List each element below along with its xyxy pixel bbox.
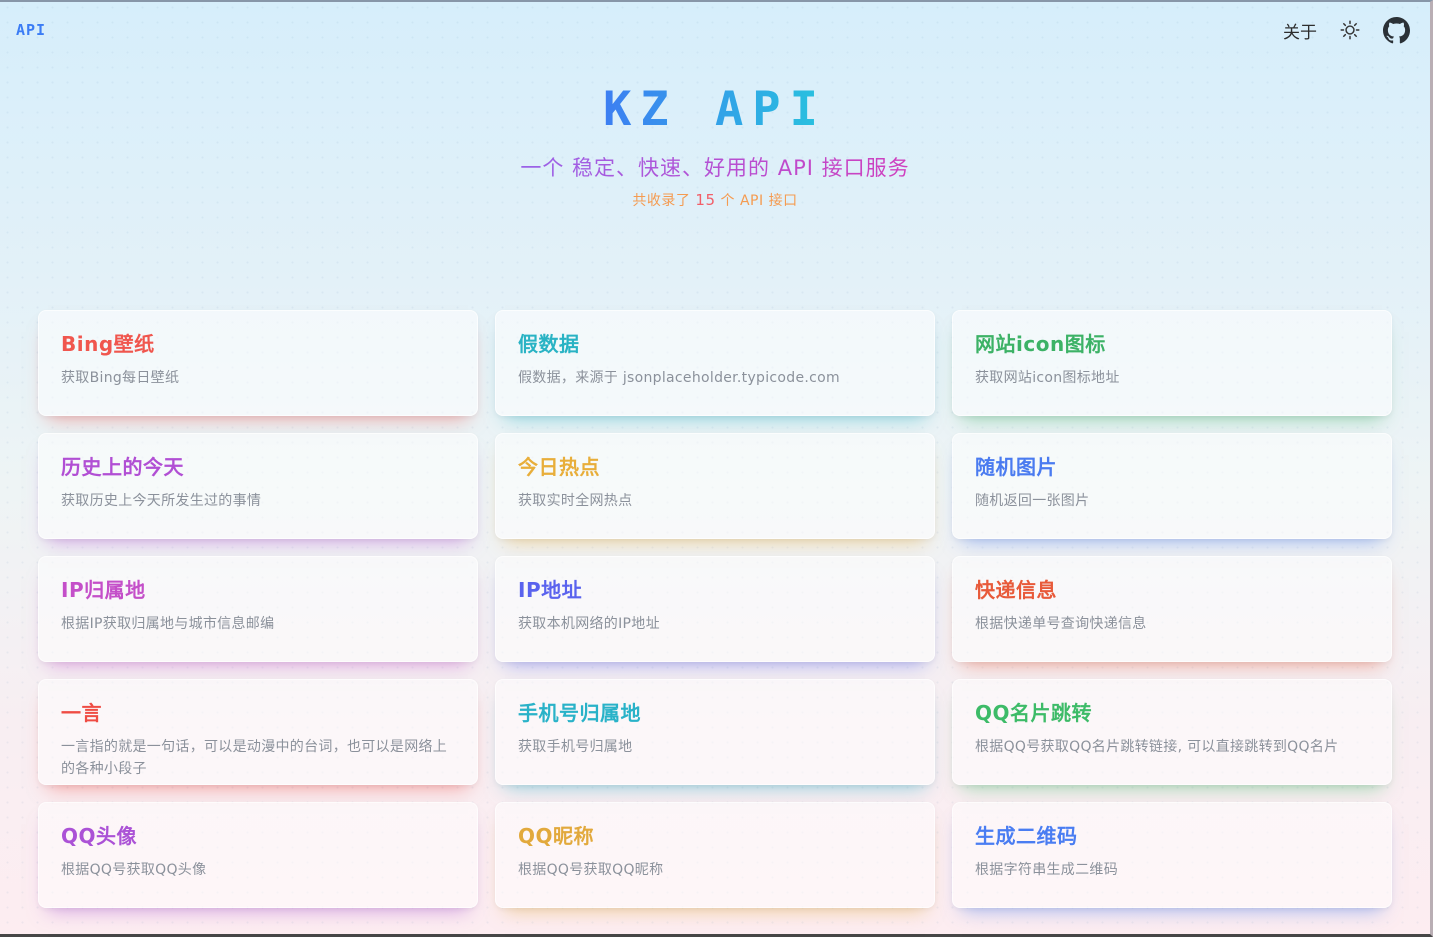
card-description: 根据QQ号获取QQ昵称: [518, 859, 912, 881]
card-description: 随机返回一张图片: [975, 490, 1369, 512]
top-navbar: API 关于: [0, 2, 1430, 58]
page-subtitle: 一个 稳定、快速、好用的 API 接口服务: [520, 152, 909, 182]
card-description: 根据QQ号获取QQ头像: [61, 859, 455, 881]
card-title: IP归属地: [61, 574, 455, 603]
page-title: KZ API: [603, 84, 827, 136]
card-description: 获取本机网络的IP地址: [518, 613, 912, 635]
api-card-ip-location[interactable]: IP归属地 根据IP获取归属地与城市信息邮编: [38, 556, 478, 662]
site-logo[interactable]: API: [16, 21, 46, 39]
api-count-line: 共收录了15个 API 接口: [0, 190, 1430, 210]
card-description: 根据字符串生成二维码: [975, 859, 1369, 881]
api-count-suffix: 个 API 接口: [721, 193, 798, 209]
api-card-random-image[interactable]: 随机图片 随机返回一张图片: [952, 433, 1392, 539]
card-title: 假数据: [518, 328, 912, 357]
card-title: 快递信息: [975, 574, 1369, 603]
card-description: 根据IP获取归属地与城市信息邮编: [61, 613, 455, 635]
card-title: 一言: [61, 697, 455, 726]
card-title: 历史上的今天: [61, 451, 455, 480]
api-card-qq-profile-jump[interactable]: QQ名片跳转 根据QQ号获取QQ名片跳转链接, 可以直接跳转到QQ名片: [952, 679, 1392, 785]
api-card-express-info[interactable]: 快递信息 根据快递单号查询快递信息: [952, 556, 1392, 662]
api-count-number: 15: [690, 191, 720, 209]
card-title: 网站icon图标: [975, 328, 1369, 357]
navbar-actions: 关于: [1283, 17, 1410, 44]
card-description: 假数据，来源于 jsonplaceholder.typicode.com: [518, 367, 912, 389]
api-card-history-today[interactable]: 历史上的今天 获取历史上今天所发生过的事情: [38, 433, 478, 539]
card-description: 一言指的就是一句话，可以是动漫中的台词，也可以是网络上的各种小段子: [61, 736, 455, 781]
card-description: 获取手机号归属地: [518, 736, 912, 758]
api-card-ip-address[interactable]: IP地址 获取本机网络的IP地址: [495, 556, 935, 662]
api-card-grid: Bing壁纸 获取Bing每日壁纸 假数据 假数据，来源于 jsonplaceh…: [38, 310, 1392, 908]
card-title: IP地址: [518, 574, 912, 603]
card-description: 获取网站icon图标地址: [975, 367, 1369, 389]
sun-icon: [1339, 19, 1361, 41]
api-card-qq-nickname[interactable]: QQ昵称 根据QQ号获取QQ昵称: [495, 802, 935, 908]
about-link[interactable]: 关于: [1283, 18, 1317, 43]
api-card-qrcode[interactable]: 生成二维码 根据字符串生成二维码: [952, 802, 1392, 908]
api-card-bing-wallpaper[interactable]: Bing壁纸 获取Bing每日壁纸: [38, 310, 478, 416]
api-card-hot-today[interactable]: 今日热点 获取实时全网热点: [495, 433, 935, 539]
github-link[interactable]: [1383, 17, 1410, 44]
api-card-qq-avatar[interactable]: QQ头像 根据QQ号获取QQ头像: [38, 802, 478, 908]
card-description: 获取Bing每日壁纸: [61, 367, 455, 389]
card-title: 生成二维码: [975, 820, 1369, 849]
hero-section: KZ API 一个 稳定、快速、好用的 API 接口服务 共收录了15个 API…: [0, 84, 1430, 210]
api-card-phone-location[interactable]: 手机号归属地 获取手机号归属地: [495, 679, 935, 785]
api-card-site-icon[interactable]: 网站icon图标 获取网站icon图标地址: [952, 310, 1392, 416]
card-description: 根据快递单号查询快递信息: [975, 613, 1369, 635]
card-title: 今日热点: [518, 451, 912, 480]
card-description: 获取实时全网热点: [518, 490, 912, 512]
api-card-hitokoto[interactable]: 一言 一言指的就是一句话，可以是动漫中的台词，也可以是网络上的各种小段子: [38, 679, 478, 785]
api-count-prefix: 共收录了: [632, 193, 690, 209]
api-card-fake-data[interactable]: 假数据 假数据，来源于 jsonplaceholder.typicode.com: [495, 310, 935, 416]
card-description: 根据QQ号获取QQ名片跳转链接, 可以直接跳转到QQ名片: [975, 736, 1369, 758]
card-title: QQ名片跳转: [975, 697, 1369, 726]
card-title: 随机图片: [975, 451, 1369, 480]
card-title: Bing壁纸: [61, 328, 455, 357]
github-icon: [1383, 17, 1410, 44]
theme-toggle-button[interactable]: [1339, 19, 1361, 41]
card-title: QQ头像: [61, 820, 455, 849]
card-title: 手机号归属地: [518, 697, 912, 726]
card-title: QQ昵称: [518, 820, 912, 849]
card-description: 获取历史上今天所发生过的事情: [61, 490, 455, 512]
